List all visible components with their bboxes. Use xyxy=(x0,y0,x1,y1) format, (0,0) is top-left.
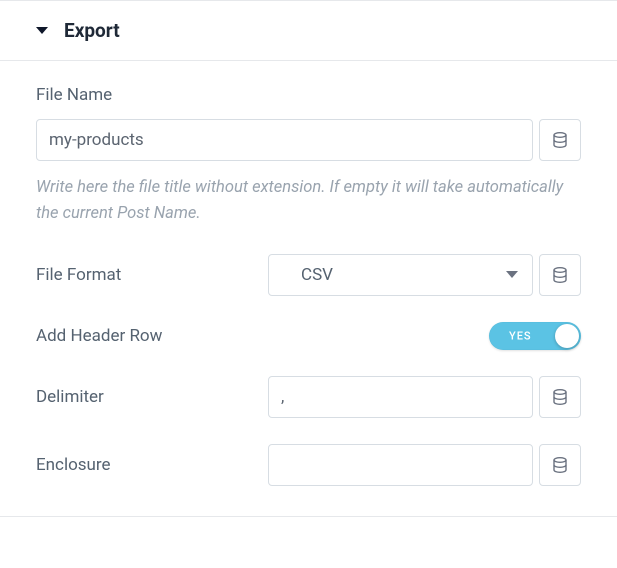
chevron-down-icon xyxy=(506,271,518,278)
panel-header[interactable]: Export xyxy=(0,1,617,60)
enclosure-label: Enclosure xyxy=(36,455,268,475)
file-format-select[interactable]: CSV xyxy=(268,254,533,296)
file-format-value: CSV xyxy=(301,265,333,285)
dynamic-data-button[interactable] xyxy=(539,254,581,296)
toggle-knob xyxy=(555,324,579,348)
database-icon xyxy=(553,457,567,473)
delimiter-input[interactable] xyxy=(268,376,533,418)
toggle-yes-label: YES xyxy=(509,329,532,342)
dynamic-data-button[interactable] xyxy=(539,444,581,486)
database-icon xyxy=(553,132,567,148)
header-row-label: Add Header Row xyxy=(36,326,268,346)
dynamic-data-button[interactable] xyxy=(539,119,581,161)
enclosure-input[interactable] xyxy=(268,444,533,486)
file-format-label: File Format xyxy=(36,265,268,285)
panel-title: Export xyxy=(64,19,120,42)
dynamic-data-button[interactable] xyxy=(539,376,581,418)
database-icon xyxy=(553,267,567,283)
panel-body: File Name Write here the file title with… xyxy=(0,60,617,516)
header-row-toggle[interactable]: YES xyxy=(489,322,581,350)
file-name-input[interactable] xyxy=(36,119,533,161)
caret-down-icon xyxy=(36,27,48,34)
file-name-helper: Write here the file title without extens… xyxy=(36,175,581,228)
database-icon xyxy=(553,389,567,405)
delimiter-label: Delimiter xyxy=(36,387,268,407)
file-name-label: File Name xyxy=(36,85,581,105)
